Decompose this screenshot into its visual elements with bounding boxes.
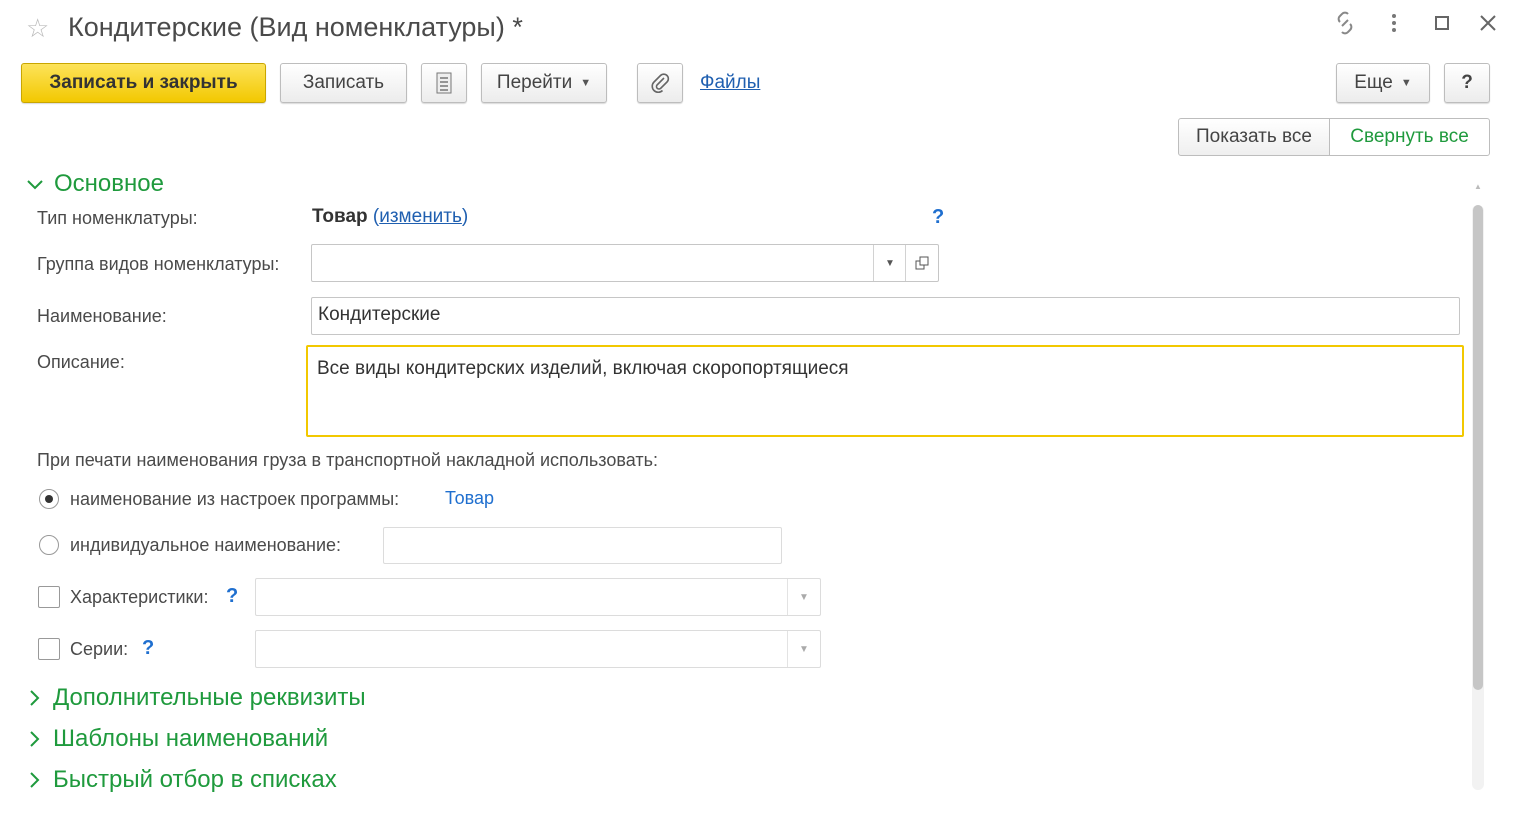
chevron-right-icon (30, 690, 40, 706)
more-vertical-icon[interactable] (1379, 10, 1409, 42)
paperclip-icon (651, 73, 670, 93)
close-icon[interactable] (1473, 10, 1503, 42)
type-change-close: ) (461, 206, 469, 227)
characteristics-field[interactable]: ▼ (255, 578, 821, 616)
series-label: Серии: (70, 639, 129, 659)
section-additional-title: Дополнительные реквизиты (53, 684, 366, 711)
maximize-icon[interactable] (1427, 10, 1457, 42)
more-button[interactable]: Еще ▼ (1336, 63, 1430, 103)
series-checkbox[interactable] (38, 638, 60, 660)
collapse-all-button[interactable]: Свернуть все (1329, 118, 1490, 156)
name-field[interactable]: Кондитерские (311, 297, 1460, 335)
description-value: Все виды кондитерских изделий, включая с… (317, 358, 849, 379)
series-field[interactable]: ▼ (255, 630, 821, 668)
group-open-button[interactable] (905, 245, 938, 281)
section-quick-filter-title: Быстрый отбор в списках (53, 766, 337, 793)
goto-label: Перейти (496, 72, 573, 93)
description-label: Описание: (37, 352, 125, 372)
radio-settings-name[interactable] (39, 489, 59, 509)
section-additional-header[interactable]: Дополнительные реквизиты (26, 684, 366, 712)
radio-settings-value[interactable]: Товар (445, 488, 494, 509)
chevron-down-icon: ▼ (885, 257, 895, 269)
collapse-all-label: Свернуть все (1350, 126, 1469, 147)
type-change-link[interactable]: изменить (379, 206, 462, 227)
individual-name-field[interactable] (383, 527, 782, 564)
save-button[interactable]: Записать (280, 63, 407, 103)
files-link[interactable]: Файлы (700, 72, 760, 94)
chevron-down-icon: ▼ (799, 591, 809, 603)
scroll-up-arrow[interactable]: ▲ (1473, 182, 1483, 192)
save-label: Записать (302, 72, 385, 93)
more-label: Еще (1354, 72, 1393, 93)
link-icon[interactable] (1330, 10, 1360, 42)
document-list-icon (436, 72, 452, 94)
goto-button[interactable]: Перейти ▼ (481, 63, 607, 103)
chevron-down-icon: ▼ (1400, 77, 1412, 89)
group-field[interactable]: ▼ (311, 244, 939, 282)
section-quick-filter-header[interactable]: Быстрый отбор в списках (26, 766, 337, 794)
type-help-icon[interactable]: ? (932, 206, 944, 229)
chevron-down-icon: ▼ (799, 643, 809, 655)
scrollbar-track[interactable] (1472, 205, 1484, 790)
type-value: Товар (312, 206, 368, 227)
radio-individual-name[interactable] (39, 535, 59, 555)
section-main-header[interactable]: Основное (24, 170, 164, 198)
document-list-button[interactable] (421, 63, 467, 103)
open-form-icon (915, 256, 929, 270)
series-dropdown-button[interactable]: ▼ (787, 631, 820, 667)
show-all-button[interactable]: Показать все (1178, 118, 1330, 156)
name-value: Кондитерские (318, 304, 441, 325)
save-and-close-label: Записать и закрыть (49, 72, 238, 93)
print-caption: При печати наименования груза в транспор… (37, 450, 658, 470)
group-label: Группа видов номенклатуры: (37, 254, 280, 274)
type-value-group: Товар (изменить) (312, 206, 468, 228)
help-label: ? (1461, 72, 1473, 93)
chevron-down-icon: ▼ (580, 77, 592, 89)
name-label: Наименование: (37, 306, 167, 326)
attach-button[interactable] (637, 63, 683, 103)
scrollbar-thumb[interactable] (1473, 205, 1483, 690)
characteristics-help-icon[interactable]: ? (226, 585, 238, 608)
characteristics-checkbox[interactable] (38, 586, 60, 608)
description-field[interactable]: Все виды кондитерских изделий, включая с… (306, 345, 1464, 437)
characteristics-label: Характеристики: (70, 587, 209, 607)
section-templates-title: Шаблоны наименований (53, 725, 329, 752)
star-icon[interactable]: ☆ (26, 13, 49, 44)
section-main-title: Основное (54, 170, 164, 197)
radio-individual-label: индивидуальное наименование: (70, 535, 342, 555)
chevron-right-icon (30, 772, 40, 788)
type-label: Тип номенклатуры: (37, 208, 198, 228)
window-title: Кондитерские (Вид номенклатуры) * (68, 12, 523, 42)
help-button[interactable]: ? (1444, 63, 1490, 103)
group-dropdown-button[interactable]: ▼ (873, 245, 906, 281)
show-all-label: Показать все (1196, 126, 1312, 147)
chevron-right-icon (30, 731, 40, 747)
chevron-down-icon (27, 180, 43, 190)
radio-settings-label: наименование из настроек программы: (70, 489, 400, 509)
series-help-icon[interactable]: ? (142, 637, 154, 660)
characteristics-dropdown-button[interactable]: ▼ (787, 579, 820, 615)
section-templates-header[interactable]: Шаблоны наименований (26, 725, 328, 753)
save-and-close-button[interactable]: Записать и закрыть (21, 63, 266, 103)
